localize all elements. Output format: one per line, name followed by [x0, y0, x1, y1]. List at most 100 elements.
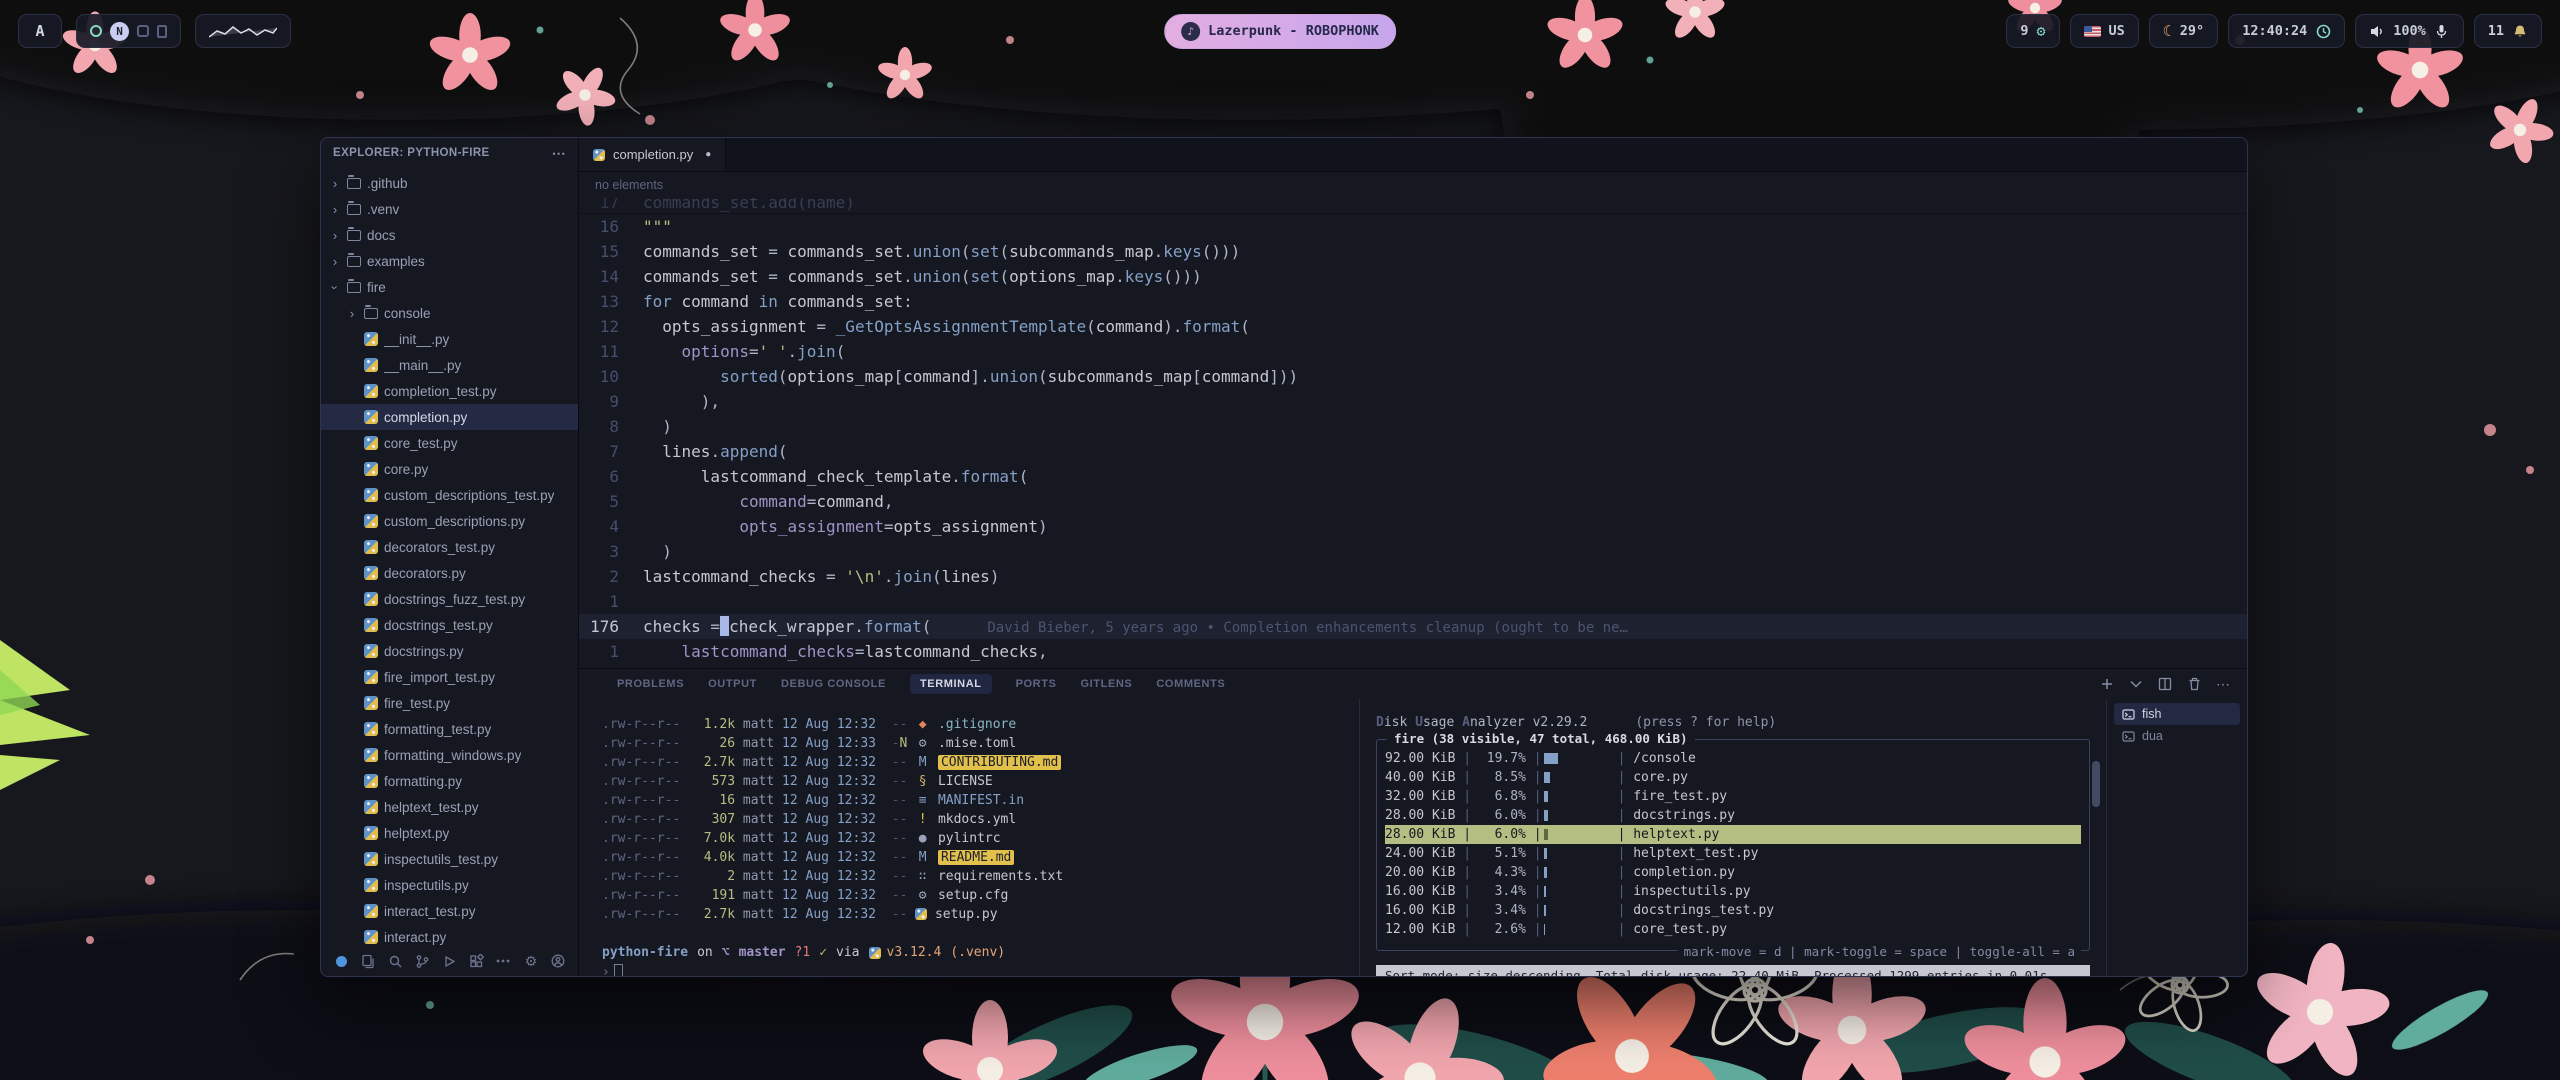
editor-line[interactable]: 16""": [579, 214, 2247, 239]
trash-icon[interactable]: [2186, 676, 2202, 692]
editor-line[interactable]: 7 lines.append(: [579, 439, 2247, 464]
terminal-dua[interactable]: Disk Usage Analyzer v2.29.2 (press ? for…: [1360, 699, 2106, 976]
editor-line[interactable]: 11 options=' '.join(: [579, 339, 2247, 364]
workspace-square-icon[interactable]: [137, 25, 149, 37]
weather-widget[interactable]: ☾ 29°: [2149, 14, 2218, 48]
extensions-icon[interactable]: [468, 953, 484, 969]
settings-gear-icon[interactable]: ⚙: [523, 953, 539, 969]
music-widget[interactable]: ♪ Lazerpunk - ROBOPHONK: [1164, 14, 1396, 49]
editor-line[interactable]: 1: [579, 589, 2247, 614]
editor-line-current[interactable]: 176checks =check_wrapper.format(David Bi…: [579, 614, 2247, 639]
tree-item-core_test.py[interactable]: core_test.py: [321, 430, 578, 456]
tree-item-console[interactable]: ›console: [321, 300, 578, 326]
more-views-icon[interactable]: [495, 953, 511, 969]
modified-dot-icon[interactable]: ●: [705, 149, 711, 160]
dua-row-helptext.py[interactable]: 28.00 KiB | 6.0% || helptext.py: [1385, 825, 2081, 844]
panel-tab-output[interactable]: OUTPUT: [708, 678, 757, 690]
launcher-button[interactable]: A: [18, 14, 62, 48]
tree-item-decorators.py[interactable]: decorators.py: [321, 560, 578, 586]
notifications-widget[interactable]: 11: [2474, 14, 2542, 48]
panel-tab-gitlens[interactable]: GITLENS: [1081, 678, 1133, 690]
panel-tab-debug-console[interactable]: DEBUG CONSOLE: [781, 678, 886, 690]
tree-item-custom_descriptions.py[interactable]: custom_descriptions.py: [321, 508, 578, 534]
editor-line[interactable]: 10 sorted(options_map[command].union(sub…: [579, 364, 2247, 389]
search-icon[interactable]: [387, 953, 403, 969]
tree-item-interact.py[interactable]: interact.py: [321, 924, 578, 946]
remote-status-icon[interactable]: [333, 953, 349, 969]
tree-item-docstrings_test.py[interactable]: docstrings_test.py: [321, 612, 578, 638]
run-debug-icon[interactable]: [441, 953, 457, 969]
dua-row-helptext_test.py[interactable]: 24.00 KiB | 5.1% || helptext_test.py: [1385, 844, 2081, 863]
tree-item-inspectutils_test.py[interactable]: inspectutils_test.py: [321, 846, 578, 872]
terminal-list-item-fish[interactable]: fish: [2114, 703, 2240, 725]
tree-item-formatting_windows.py[interactable]: formatting_windows.py: [321, 742, 578, 768]
editor[interactable]: 17commands_set.add(name)16"""15commands_…: [579, 198, 2247, 668]
terminal-fish[interactable]: .rw-r--r-- 1.2k matt 12 Aug 12:32 -- ◆ .…: [579, 699, 1359, 976]
tree-item-helptext_test.py[interactable]: helptext_test.py: [321, 794, 578, 820]
tree-item-decorators_test.py[interactable]: decorators_test.py: [321, 534, 578, 560]
editor-line[interactable]: 3 ): [579, 539, 2247, 564]
tree-item-fire[interactable]: ›fire: [321, 274, 578, 300]
explorer-icon[interactable]: [360, 953, 376, 969]
dua-row-/console[interactable]: 92.00 KiB | 19.7% || /console: [1385, 749, 2081, 768]
tree-item-helptext.py[interactable]: helptext.py: [321, 820, 578, 846]
editor-line[interactable]: 14commands_set = commands_set.union(set(…: [579, 264, 2247, 289]
dua-row-fire_test.py[interactable]: 32.00 KiB | 6.8% || fire_test.py: [1385, 787, 2081, 806]
panel-tab-terminal[interactable]: TERMINAL: [910, 674, 992, 694]
dua-row-core_test.py[interactable]: 12.00 KiB | 2.6% || core_test.py: [1385, 920, 2081, 939]
chevron-down-icon[interactable]: [2128, 676, 2144, 692]
dua-row-inspectutils.py[interactable]: 16.00 KiB | 3.4% || inspectutils.py: [1385, 882, 2081, 901]
tab-completion-py[interactable]: completion.py ●: [579, 138, 726, 171]
terminal-list-item-dua[interactable]: dua: [2114, 725, 2240, 747]
volume-widget[interactable]: 100%: [2355, 14, 2464, 48]
panel-more-icon[interactable]: ⋯: [2215, 676, 2231, 692]
dua-row-completion.py[interactable]: 20.00 KiB | 4.3% || completion.py: [1385, 863, 2081, 882]
explorer-actions-icon[interactable]: ⋯: [552, 145, 566, 162]
tree-item-examples[interactable]: ›examples: [321, 248, 578, 274]
panel-tab-ports[interactable]: PORTS: [1016, 678, 1057, 690]
tree-item-core.py[interactable]: core.py: [321, 456, 578, 482]
clock-widget[interactable]: 12:40:24: [2228, 14, 2345, 48]
tree-item-formatting_test.py[interactable]: formatting_test.py: [321, 716, 578, 742]
tree-item-interact_test.py[interactable]: interact_test.py: [321, 898, 578, 924]
breadcrumb[interactable]: no elements: [579, 172, 2247, 198]
new-terminal-icon[interactable]: [2099, 676, 2115, 692]
editor-line[interactable]: 8 ): [579, 414, 2247, 439]
tree-item-inspectutils.py[interactable]: inspectutils.py: [321, 872, 578, 898]
terminal-cursor-line[interactable]: ›: [602, 964, 1359, 977]
editor-line[interactable]: 15commands_set = commands_set.union(set(…: [579, 239, 2247, 264]
dua-scrollbar[interactable]: [2092, 761, 2100, 807]
panel-tab-problems[interactable]: PROBLEMS: [617, 678, 684, 690]
tree-item-.github[interactable]: ›.github: [321, 170, 578, 196]
editor-line[interactable]: 2lastcommand_checks = '\n'.join(lines): [579, 564, 2247, 589]
dua-row-docstrings_test.py[interactable]: 16.00 KiB | 3.4% || docstrings_test.py: [1385, 901, 2081, 920]
account-icon[interactable]: [550, 953, 566, 969]
editor-line[interactable]: 5 command=command,: [579, 489, 2247, 514]
workspace-active-badge[interactable]: N: [110, 22, 129, 41]
tree-item-docs[interactable]: ›docs: [321, 222, 578, 248]
updates-widget[interactable]: 9 ⚙: [2006, 14, 2059, 48]
tree-item-completion.py[interactable]: completion.py: [321, 404, 578, 430]
dua-row-core.py[interactable]: 40.00 KiB | 8.5% || core.py: [1385, 768, 2081, 787]
workspace-doc-icon[interactable]: [157, 25, 167, 38]
split-terminal-icon[interactable]: [2157, 676, 2173, 692]
tree-item-docstrings.py[interactable]: docstrings.py: [321, 638, 578, 664]
panel-tab-comments[interactable]: COMMENTS: [1156, 678, 1225, 690]
editor-line[interactable]: 4 opts_assignment=opts_assignment): [579, 514, 2247, 539]
system-graph-widget[interactable]: [195, 14, 291, 48]
tree-item-formatting.py[interactable]: formatting.py: [321, 768, 578, 794]
editor-line[interactable]: 1 lastcommand_checks=lastcommand_checks,: [579, 639, 2247, 664]
editor-line[interactable]: 9 ),: [579, 389, 2247, 414]
tree-item-.venv[interactable]: ›.venv: [321, 196, 578, 222]
tree-item-__init__.py[interactable]: __init__.py: [321, 326, 578, 352]
keyboard-layout-widget[interactable]: US: [2070, 14, 2139, 48]
tree-item-fire_test.py[interactable]: fire_test.py: [321, 690, 578, 716]
dua-row-docstrings.py[interactable]: 28.00 KiB | 6.0% || docstrings.py: [1385, 806, 2081, 825]
editor-line[interactable]: 17commands_set.add(name): [579, 198, 2247, 214]
tree-item-fire_import_test.py[interactable]: fire_import_test.py: [321, 664, 578, 690]
editor-line[interactable]: 6 lastcommand_check_template.format(: [579, 464, 2247, 489]
tree-item-docstrings_fuzz_test.py[interactable]: docstrings_fuzz_test.py: [321, 586, 578, 612]
tree-item-completion_test.py[interactable]: completion_test.py: [321, 378, 578, 404]
editor-line[interactable]: 13for command in commands_set:: [579, 289, 2247, 314]
workspace-circle-icon[interactable]: [90, 25, 102, 37]
